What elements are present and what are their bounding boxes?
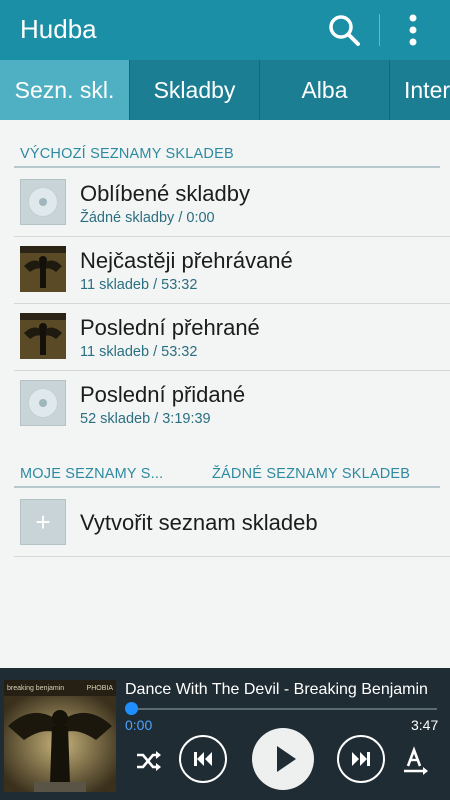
tab-playlists[interactable]: Sezn. skl. — [0, 60, 129, 120]
create-playlist-row[interactable]: + Vytvořit seznam skladeb — [0, 490, 450, 557]
app-bar-divider — [379, 14, 380, 46]
playlist-title: Nejčastěji přehrávané — [80, 248, 293, 273]
playlist-title: Poslední přidané — [80, 382, 246, 407]
tab-bar: Sezn. skl. Skladby Alba Interpreti — [0, 60, 450, 120]
section-header-my-playlists: MOJE SEZNAMY S... — [20, 466, 164, 482]
playlist-row-most-played[interactable]: Nejčastěji přehrávané 11 skladeb / 53:32 — [0, 237, 450, 304]
section-divider — [14, 486, 440, 488]
play-icon[interactable] — [252, 728, 314, 790]
empty-playlists-label: ŽÁDNÉ SEZNAMY SKLADEB — [212, 466, 411, 482]
font-size-icon[interactable] — [402, 746, 430, 776]
section-header-default: VÝCHOZÍ SEZNAMY SKLADEB — [20, 146, 234, 162]
previous-icon[interactable] — [179, 735, 227, 783]
playlist-content: VÝCHOZÍ SEZNAMY SKLADEB Oblíbené skladby… — [0, 120, 450, 668]
track-title: Dance With The Devil - Breaking Benjamin — [125, 681, 428, 698]
disc-icon — [20, 179, 66, 225]
playlist-title: Poslední přehrané — [80, 315, 260, 340]
disc-icon — [20, 380, 66, 426]
mini-player[interactable]: breaking benjamin PHOBIA Dance With The … — [0, 668, 450, 800]
album-title-mark: PHOBIA — [86, 684, 113, 692]
album-art-thumbnail — [20, 313, 66, 359]
playlist-subtitle: 11 skladeb / 53:32 — [80, 277, 198, 293]
playlist-title: Oblíbené skladby — [80, 181, 250, 206]
total-time: 3:47 — [411, 717, 439, 733]
playlist-row-favorites[interactable]: Oblíbené skladby Žádné skladby / 0:00 — [0, 170, 450, 237]
shuffle-icon[interactable] — [134, 746, 164, 776]
playlist-subtitle: 11 skladeb / 53:32 — [80, 344, 198, 360]
playlist-subtitle: Žádné skladby / 0:00 — [80, 210, 215, 226]
current-time: 0:00 — [125, 717, 153, 733]
app-bar: Hudba — [0, 0, 450, 60]
more-vert-icon[interactable] — [398, 12, 428, 48]
create-playlist-label: Vytvořit seznam skladeb — [80, 510, 318, 535]
tab-tracks[interactable]: Skladby — [129, 60, 259, 120]
progress-bar[interactable] — [131, 708, 437, 710]
tab-artists[interactable]: Interpreti — [389, 60, 450, 120]
progress-handle[interactable] — [125, 702, 138, 715]
app-title: Hudba — [20, 14, 97, 44]
tab-albums[interactable]: Alba — [259, 60, 389, 120]
album-band-name: breaking benjamin — [7, 684, 65, 692]
plus-icon: + — [20, 499, 66, 545]
playlist-row-recently-played[interactable]: Poslední přehrané 11 skladeb / 53:32 — [0, 304, 450, 371]
next-icon[interactable] — [337, 735, 385, 783]
section-divider — [14, 166, 440, 168]
playlist-subtitle: 52 skladeb / 3:19:39 — [80, 411, 211, 427]
album-art[interactable]: breaking benjamin PHOBIA — [4, 680, 116, 792]
row-divider — [14, 556, 450, 557]
search-icon[interactable] — [326, 12, 362, 48]
album-art-thumbnail — [20, 246, 66, 292]
playlist-row-recently-added[interactable]: Poslední přidané 52 skladeb / 3:19:39 — [0, 371, 450, 438]
